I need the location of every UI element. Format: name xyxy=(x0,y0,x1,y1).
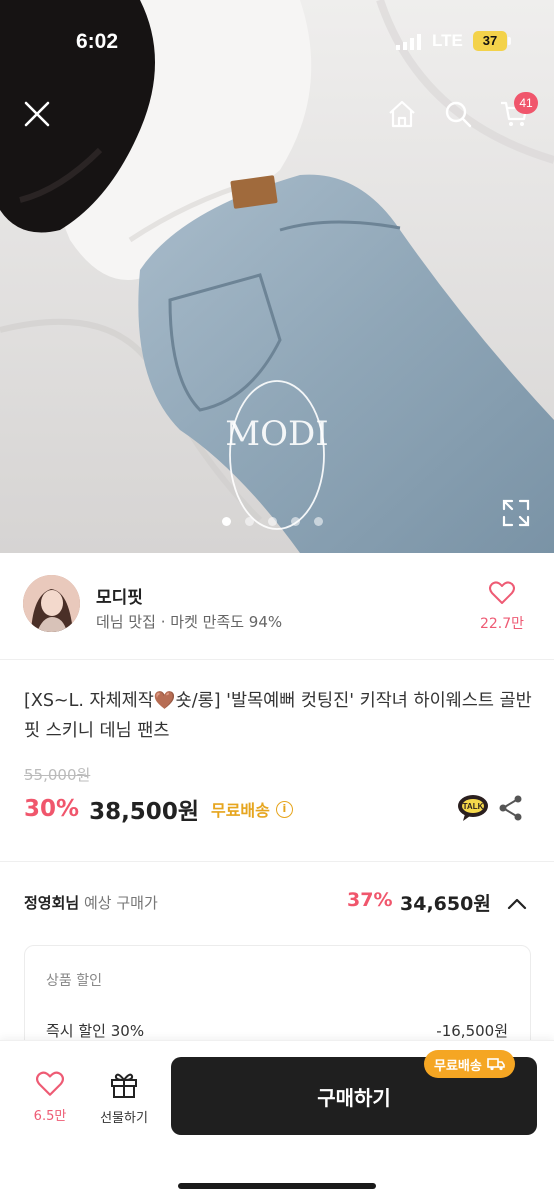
carousel-dot[interactable] xyxy=(245,517,254,526)
kakao-talk-icon[interactable]: TALK xyxy=(457,794,489,822)
sale-price: 38,500원 xyxy=(89,799,199,825)
avatar-image xyxy=(23,575,80,632)
instant-discount-value: -16,500원 xyxy=(436,1022,508,1040)
shop-name[interactable]: 모디핏 xyxy=(96,583,143,608)
signal-icon xyxy=(396,34,421,50)
wishlist-count: 6.5만 xyxy=(33,1109,67,1124)
instant-discount-label: 즉시 할인 30% xyxy=(46,1022,145,1040)
carousel-dot[interactable] xyxy=(222,517,231,526)
product-image[interactable]: MODI 6:02 LTE 37 41 xyxy=(0,0,554,553)
search-button[interactable] xyxy=(438,94,478,134)
price-row: 30% 38,500원 무료배송 i xyxy=(24,793,293,825)
wishlist-button[interactable]: 6.5만 xyxy=(22,1071,78,1124)
product-title: [XS~L. 자체제작🤎숏/롱] '발목예뻐 컷팅진' 키작녀 하이웨스트 골반… xyxy=(24,686,534,746)
expand-icon[interactable] xyxy=(500,497,532,529)
home-indicator xyxy=(178,1183,376,1189)
network-label: LTE xyxy=(432,31,463,50)
status-time: 6:02 xyxy=(76,30,119,53)
shop-like-button[interactable]: 22.7만 xyxy=(472,581,532,633)
brown-heart-icon: 🤎 xyxy=(153,691,176,711)
gift-icon xyxy=(111,1073,137,1098)
close-icon xyxy=(24,101,50,127)
shop-avatar[interactable] xyxy=(23,575,80,632)
truck-icon xyxy=(487,1058,505,1071)
home-button[interactable] xyxy=(382,94,422,134)
member-price-label: 정영회님 예상 구매가 xyxy=(24,892,158,913)
title-text-start: [XS~L. 자체제작 xyxy=(24,691,154,711)
shop-like-count: 22.7만 xyxy=(479,616,525,632)
member-price-row[interactable]: 정영회님 예상 구매가 37% 34,650원 xyxy=(0,878,554,930)
watermark-text: MODI xyxy=(225,414,328,454)
cart-badge: 41 xyxy=(514,92,538,114)
search-icon xyxy=(445,101,472,128)
chevron-up-icon[interactable] xyxy=(505,892,529,916)
shop-description: 데님 맛집 · 마켓 만족도 94% xyxy=(96,613,283,631)
member-discount-rate: 37% xyxy=(347,889,393,911)
free-shipping-label: 무료배송 xyxy=(210,801,270,820)
info-icon[interactable]: i xyxy=(275,800,293,818)
free-shipping-tag-label: 무료배송 xyxy=(434,1058,482,1074)
discount-rate: 30% xyxy=(24,796,80,822)
home-icon xyxy=(389,100,415,128)
carousel-dot[interactable] xyxy=(314,517,323,526)
battery-icon: 37 xyxy=(473,31,511,51)
heart-icon xyxy=(36,1071,64,1096)
bottom-action-bar: 6.5만 선물하기 구매하기 무료배송 xyxy=(0,1040,554,1200)
discount-card-header: 상품 할인 xyxy=(46,973,102,989)
carousel-dot[interactable] xyxy=(268,517,277,526)
status-bar: 6:02 LTE 37 xyxy=(0,0,554,80)
heart-icon xyxy=(489,581,515,604)
gift-button[interactable]: 선물하기 xyxy=(88,1071,160,1126)
share-icon[interactable] xyxy=(497,794,525,822)
carousel-indicator xyxy=(222,517,323,526)
gift-label: 선물하기 xyxy=(100,1111,148,1126)
close-button[interactable] xyxy=(17,94,57,134)
battery-level: 37 xyxy=(482,33,498,48)
product-photo: MODI xyxy=(0,0,554,553)
carousel-dot[interactable] xyxy=(291,517,300,526)
talk-label: TALK xyxy=(463,802,484,811)
original-price: 55,000원 xyxy=(24,766,91,784)
member-expected-price: 34,650원 xyxy=(400,893,491,915)
product-info: [XS~L. 자체제작🤎숏/롱] '발목예뻐 컷팅진' 키작녀 하이웨스트 골반… xyxy=(0,660,554,862)
expected-price-label: 예상 구매가 xyxy=(83,894,158,912)
shop-info-row[interactable]: 모디핏 데님 맛집 · 마켓 만족도 94% 22.7만 xyxy=(0,553,554,660)
member-name: 정영회님 xyxy=(24,894,80,912)
free-shipping-tag: 무료배송 xyxy=(424,1050,515,1078)
